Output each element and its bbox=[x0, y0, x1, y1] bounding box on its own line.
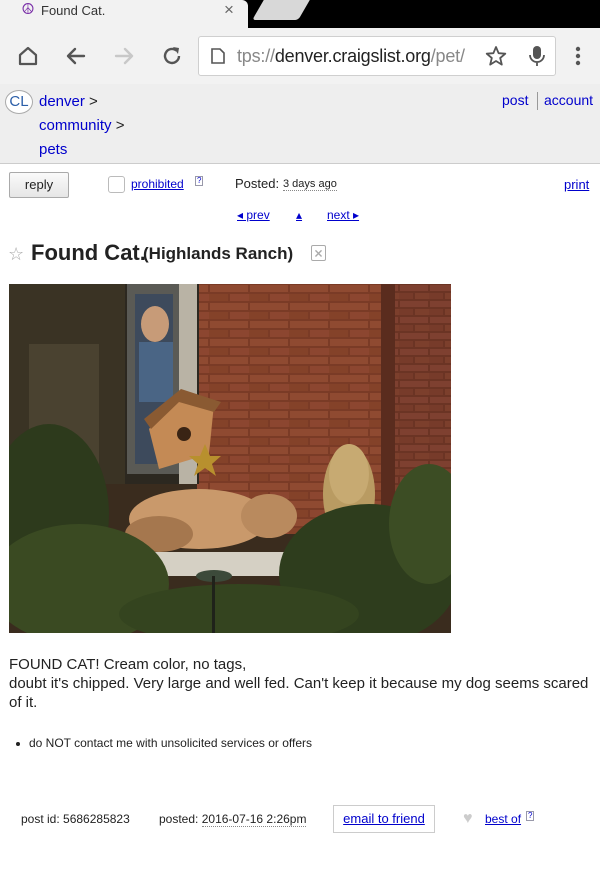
header-divider bbox=[537, 92, 538, 110]
craigslist-logo[interactable]: CL bbox=[5, 90, 33, 114]
print-link[interactable]: print bbox=[564, 177, 589, 192]
up-link[interactable]: ▴ bbox=[296, 208, 302, 222]
favorite-star-icon[interactable]: ☆ bbox=[8, 244, 24, 265]
heart-icon[interactable]: ♥ bbox=[463, 810, 473, 828]
contact-notice-text: do NOT contact me with unsolicited servi… bbox=[29, 736, 313, 750]
posting-body-line-1: FOUND CAT! Cream color, no tags, bbox=[9, 656, 247, 673]
forward-arrow-icon[interactable] bbox=[110, 42, 138, 70]
posted-relative-time: 3 days ago bbox=[283, 178, 337, 191]
posted-date: posted: 2016-07-16 2:26pm bbox=[159, 812, 307, 827]
bookmark-star-icon[interactable] bbox=[485, 45, 507, 67]
breadcrumb-denver[interactable]: denver > bbox=[39, 93, 98, 110]
breadcrumb-pets[interactable]: pets bbox=[39, 141, 67, 158]
posting-location: (Highlands Ranch) bbox=[143, 244, 294, 263]
hide-posting-icon[interactable] bbox=[311, 245, 326, 261]
posting-body: FOUND CAT! Cream color, no tags, doubt i… bbox=[9, 655, 589, 712]
help-question-icon[interactable]: ? bbox=[195, 176, 204, 186]
next-link[interactable]: next ▸ bbox=[327, 208, 359, 222]
url-text: tps://denver.craigslist.org/pet/ bbox=[237, 46, 465, 66]
email-to-friend-button[interactable]: email to friend bbox=[333, 805, 435, 833]
contact-notice: do NOT contact me with unsolicited servi… bbox=[16, 736, 312, 750]
tab-strip: ☮ Found Cat. × bbox=[0, 0, 600, 28]
peace-sign-favicon-icon: ☮ bbox=[21, 1, 35, 18]
post-link[interactable]: post bbox=[502, 92, 528, 108]
prev-link[interactable]: ◂ prev bbox=[237, 208, 270, 222]
best-of-link[interactable]: best of bbox=[485, 812, 521, 826]
address-bar[interactable]: tps://denver.craigslist.org/pet/ bbox=[198, 36, 556, 76]
posted-label: Posted: bbox=[235, 176, 280, 191]
help-question-icon[interactable]: ? bbox=[526, 811, 535, 821]
browser-tab[interactable]: ☮ Found Cat. × bbox=[0, 0, 248, 28]
tab-close-icon[interactable]: × bbox=[224, 0, 234, 20]
breadcrumb-community[interactable]: community > bbox=[39, 117, 124, 134]
posting-title: Found Cat. bbox=[31, 240, 146, 265]
account-link[interactable]: account bbox=[544, 92, 593, 108]
posting-body-line-2: doubt it's chipped. Very large and well … bbox=[9, 675, 589, 711]
page-icon bbox=[211, 48, 225, 64]
home-icon[interactable] bbox=[14, 42, 42, 70]
reload-icon[interactable] bbox=[158, 42, 186, 70]
browser-toolbar: tps://denver.craigslist.org/pet/ bbox=[0, 28, 600, 84]
tab-title: Found Cat. bbox=[41, 3, 106, 18]
back-arrow-icon[interactable] bbox=[62, 42, 90, 70]
bullet-icon bbox=[16, 741, 20, 746]
post-id: post id: 5686285823 bbox=[21, 812, 130, 826]
site-header: CL denver > community > pets post accoun… bbox=[0, 84, 600, 164]
posting-photo[interactable] bbox=[9, 284, 451, 633]
new-tab-button[interactable] bbox=[252, 0, 310, 20]
reply-button[interactable]: reply bbox=[9, 172, 69, 198]
microphone-icon[interactable] bbox=[527, 45, 547, 67]
prohibited-link[interactable]: prohibited bbox=[131, 177, 184, 191]
overflow-menu-icon[interactable] bbox=[568, 42, 588, 70]
flag-prohibited-checkbox[interactable] bbox=[108, 176, 125, 193]
